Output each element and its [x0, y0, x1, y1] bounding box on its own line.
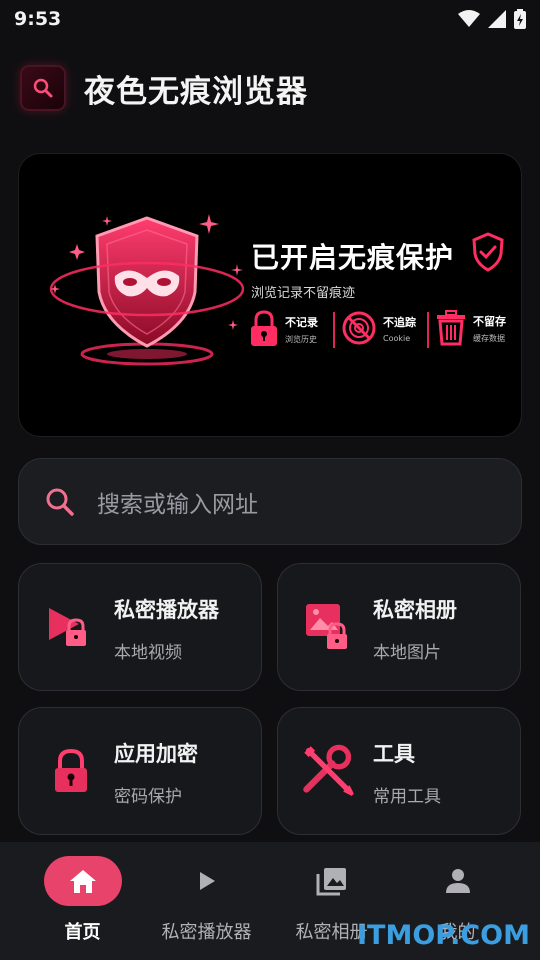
incognito-banner: 已开启无痕保护 浏览记录不留痕迹 不记录 浏览历史 不追踪 Cookie 不留存… [18, 153, 522, 437]
search-icon [33, 78, 53, 98]
shield-check-icon [472, 232, 504, 272]
banner-subtitle: 浏览记录不留痕迹 [251, 286, 356, 301]
nav-label: 首页 [64, 922, 101, 943]
status-time: 9:53 [14, 8, 62, 30]
feature-no-history: 不记录 浏览历史 [249, 310, 318, 348]
feature-name: 不追踪 [383, 315, 416, 329]
status-bar: 9:53 [0, 0, 540, 38]
wifi-icon [458, 10, 480, 27]
card-tools[interactable]: 工具 常用工具 [277, 707, 521, 835]
app-title: 夜色无痕浏览器 [84, 73, 308, 110]
app-header: 夜色无痕浏览器 [20, 60, 308, 116]
video-lock-icon [49, 608, 86, 646]
shield-mask-icon [49, 214, 245, 366]
card-title: 私密相册 [373, 598, 457, 622]
home-icon [43, 856, 122, 906]
nav-private-player[interactable]: 私密播放器 [139, 842, 274, 960]
card-private-album[interactable]: 私密相册 本地图片 [277, 563, 521, 691]
feature-name: 不留存 [473, 314, 506, 328]
play-icon [168, 856, 246, 906]
battery-icon [514, 9, 526, 29]
padlock-icon [251, 310, 277, 346]
status-icons [458, 9, 526, 29]
feature-name: 不记录 [285, 315, 318, 329]
feature-desc: 浏览历史 [285, 334, 317, 344]
feature-divider [333, 312, 335, 348]
banner-title: 已开启无痕保护 [251, 241, 455, 274]
tools-icon [303, 744, 354, 796]
card-subtitle: 密码保护 [114, 787, 182, 807]
card-title: 私密播放器 [114, 598, 219, 622]
nav-label: 私密播放器 [161, 922, 252, 943]
card-subtitle: 本地视频 [114, 643, 182, 663]
card-title: 应用加密 [114, 742, 198, 766]
card-private-player[interactable]: 私密播放器 本地视频 [18, 563, 262, 691]
feature-divider [427, 312, 429, 348]
feature-no-cache: 不留存 缓存数据 [435, 310, 506, 346]
person-icon [419, 856, 497, 906]
card-title: 工具 [373, 742, 415, 766]
feature-desc: Cookie [383, 333, 411, 343]
signal-icon [488, 10, 506, 28]
card-subtitle: 本地图片 [373, 643, 441, 663]
app-logo [20, 65, 66, 111]
no-tracking-icon [342, 311, 376, 345]
photo-lock-icon [306, 604, 347, 649]
watermark-text: ITMOP.COM [356, 920, 530, 951]
nav-home[interactable]: 首页 [15, 842, 150, 960]
card-subtitle: 常用工具 [373, 787, 441, 807]
lock-icon [55, 748, 87, 792]
feature-desc: 缓存数据 [473, 333, 505, 343]
feature-no-tracking: 不追踪 Cookie [341, 310, 416, 346]
search-input[interactable]: 搜索或输入网址 [18, 458, 522, 545]
trash-icon [437, 310, 465, 346]
card-app-lock[interactable]: 应用加密 密码保护 [18, 707, 262, 835]
search-placeholder: 搜索或输入网址 [97, 491, 258, 518]
search-icon [46, 488, 74, 516]
photo-library-icon [293, 856, 371, 906]
